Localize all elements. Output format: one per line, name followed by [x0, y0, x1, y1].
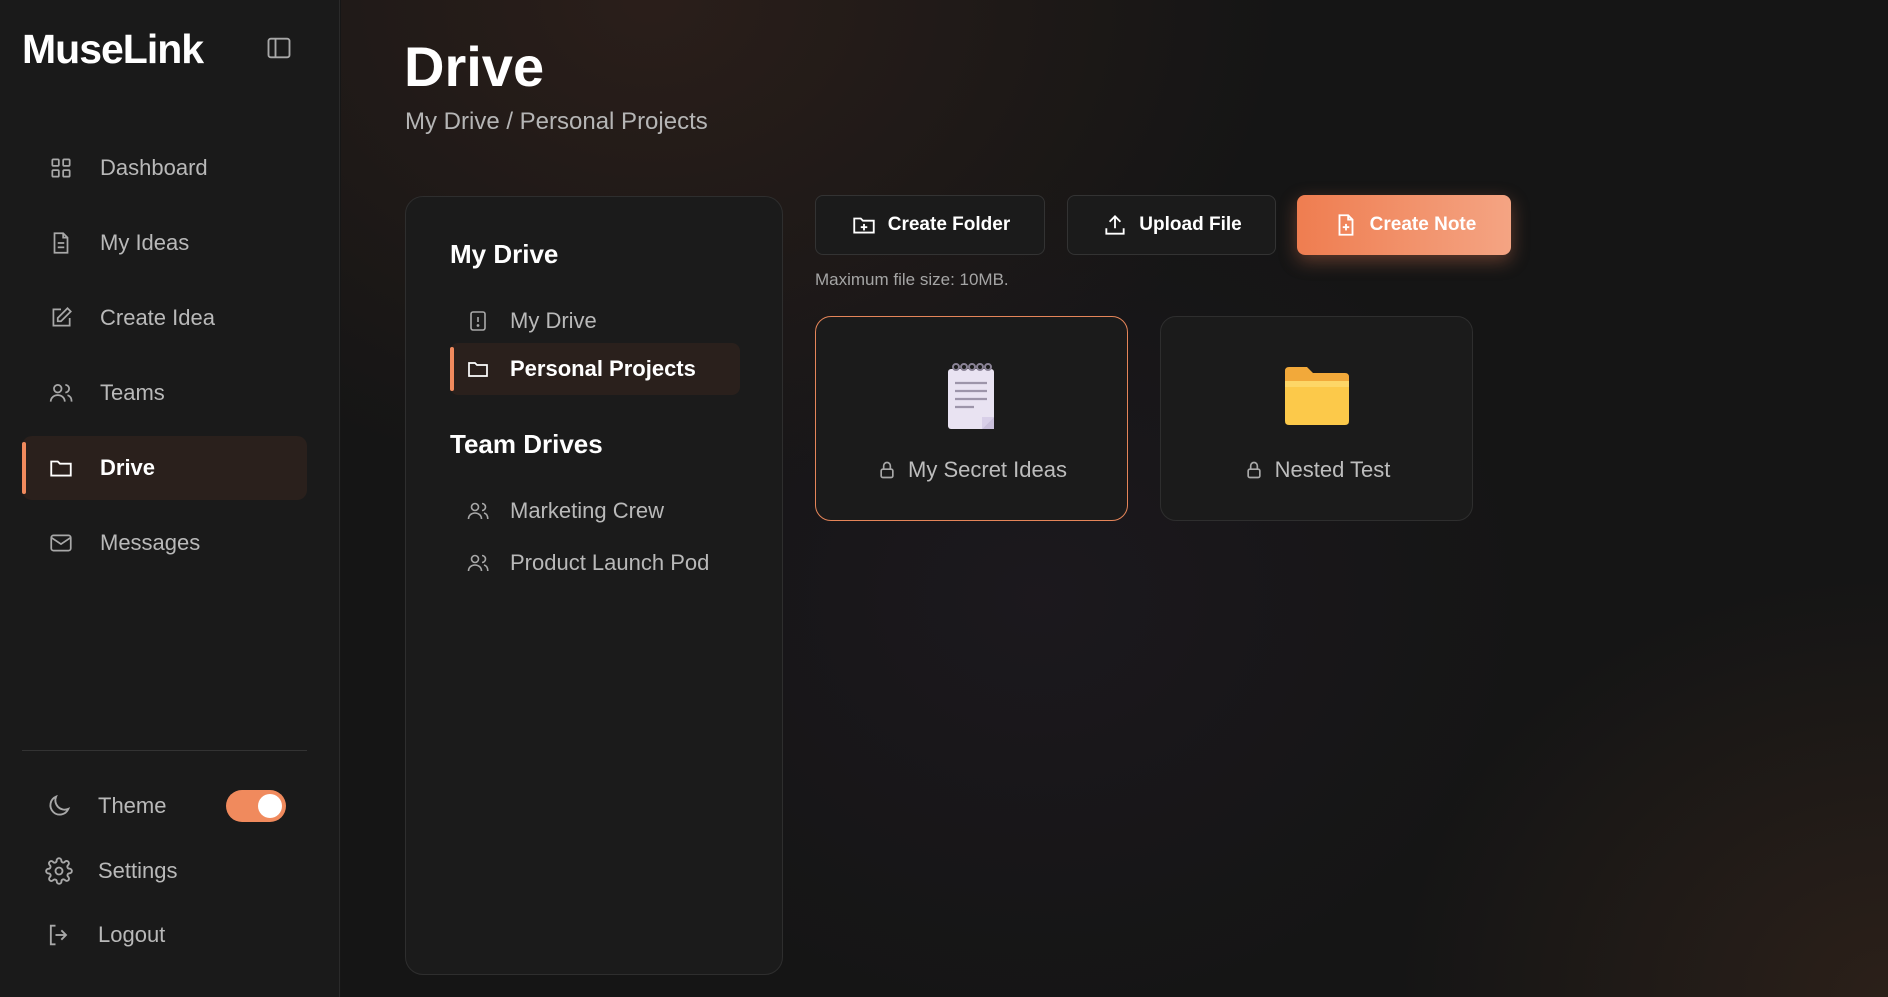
- card-name: Nested Test: [1274, 457, 1391, 482]
- main-content: Drive My Drive / Personal Projects My Dr…: [341, 0, 1888, 997]
- notepad-icon: [937, 361, 1007, 431]
- logout-icon: [44, 920, 74, 950]
- team-drives-heading: Team Drives: [450, 429, 603, 459]
- sidebar-item-messages[interactable]: Messages: [22, 511, 307, 575]
- card-label: Nested Test: [1161, 457, 1472, 483]
- theme-toggle[interactable]: [226, 790, 286, 822]
- lock-icon: [1243, 459, 1265, 481]
- drive-tree-panel: My Drive My Drive Personal Projects Team…: [405, 196, 783, 975]
- grid-icon: [46, 153, 76, 183]
- folder-icon: [46, 453, 76, 483]
- create-note-label: Create Note: [1369, 214, 1477, 235]
- users-icon: [464, 549, 492, 577]
- sidebar-divider: [22, 750, 307, 751]
- upload-file-button[interactable]: Upload File: [1067, 195, 1276, 255]
- create-folder-label: Create Folder: [887, 214, 1011, 235]
- drive-item-my-drive[interactable]: My Drive: [450, 295, 740, 347]
- card-name: My Secret Ideas: [908, 457, 1067, 482]
- logout-link[interactable]: Logout: [44, 915, 165, 955]
- users-icon: [464, 497, 492, 525]
- sidebar-item-drive[interactable]: Drive: [22, 436, 307, 500]
- upload-file-label: Upload File: [1139, 214, 1242, 235]
- logout-label: Logout: [98, 922, 166, 947]
- sidebar-item-label: Messages: [100, 530, 201, 555]
- create-note-button[interactable]: Create Note: [1297, 195, 1511, 255]
- sidebar-item-my-ideas[interactable]: My Ideas: [22, 211, 307, 275]
- pencil-square-icon: [46, 303, 76, 333]
- brand-logo: MuseLink: [22, 26, 204, 72]
- note-icon: [1332, 211, 1360, 239]
- team-drive-label: Marketing Crew: [510, 498, 665, 523]
- upload-icon: [1101, 211, 1129, 239]
- max-file-size-note: Maximum file size: 10MB.: [815, 270, 1009, 289]
- card-label: My Secret Ideas: [816, 457, 1127, 483]
- theme-row: Theme: [44, 786, 166, 826]
- sidebar-item-label: Create Idea: [100, 305, 215, 330]
- page-title: Drive: [404, 35, 545, 98]
- sidebar-item-label: My Ideas: [100, 230, 190, 255]
- users-icon: [46, 378, 76, 408]
- folder-icon: [464, 355, 492, 383]
- settings-link[interactable]: Settings: [44, 851, 178, 891]
- sidebar-nav: Dashboard My Ideas Create Idea Teams Dri…: [22, 136, 307, 586]
- sidebar-item-create-idea[interactable]: Create Idea: [22, 286, 307, 350]
- mail-icon: [46, 528, 76, 558]
- breadcrumb: My Drive / Personal Projects: [405, 108, 708, 135]
- sidebar-item-label: Dashboard: [100, 155, 208, 180]
- folder-plus-icon: [850, 211, 878, 239]
- sidebar: MuseLink Dashboard My Ideas Create Idea: [0, 0, 340, 997]
- drive-alert-icon: [464, 307, 492, 335]
- my-drive-heading: My Drive: [450, 239, 559, 269]
- team-drive-product-launch-pod[interactable]: Product Launch Pod: [450, 537, 740, 589]
- folder-card[interactable]: Nested Test: [1160, 316, 1473, 521]
- sidebar-item-label: Drive: [100, 455, 156, 480]
- create-folder-button[interactable]: Create Folder: [815, 195, 1045, 255]
- drive-item-personal-projects[interactable]: Personal Projects: [450, 343, 740, 395]
- lock-icon: [876, 459, 898, 481]
- moon-icon: [44, 791, 74, 821]
- sidebar-item-dashboard[interactable]: Dashboard: [22, 136, 307, 200]
- sidebar-item-teams[interactable]: Teams: [22, 361, 307, 425]
- toggle-knob: [258, 794, 282, 818]
- settings-label: Settings: [98, 858, 178, 883]
- team-drive-label: Product Launch Pod: [510, 550, 710, 575]
- team-drive-marketing-crew[interactable]: Marketing Crew: [450, 485, 740, 537]
- sidebar-panel-icon: [267, 37, 291, 59]
- drive-item-label: My Drive: [510, 308, 597, 333]
- drive-item-label: Personal Projects: [510, 356, 696, 381]
- sidebar-item-label: Teams: [100, 380, 165, 405]
- theme-label: Theme: [98, 793, 167, 818]
- document-icon: [46, 228, 76, 258]
- folder-icon: [1282, 361, 1352, 431]
- sidebar-toggle-button[interactable]: [264, 33, 294, 63]
- gear-icon: [44, 856, 74, 886]
- note-card[interactable]: My Secret Ideas: [815, 316, 1128, 521]
